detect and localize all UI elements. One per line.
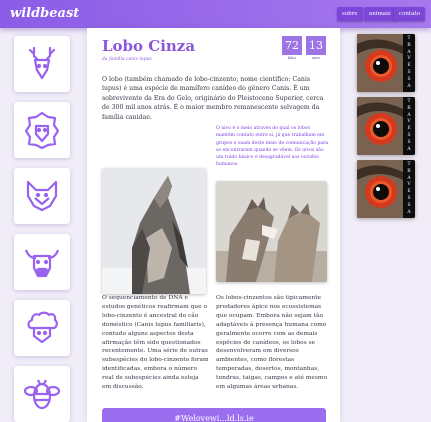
animal-card-bull[interactable] [14, 234, 70, 290]
bull-icon [24, 249, 60, 278]
owl-tile-3[interactable]: TRAVESSA [357, 160, 415, 218]
animal-card-deer[interactable] [14, 36, 70, 92]
brand-logo[interactable]: wildbeast [10, 6, 79, 21]
animal-card-bee[interactable] [14, 366, 70, 422]
nav-link-sobre[interactable]: sobre [337, 7, 363, 21]
stat-weight-label: kilos [287, 56, 297, 60]
tile-vertical-caption: TRAVESSA [403, 34, 415, 92]
wolf-pair-image [216, 181, 327, 282]
bee-icon [23, 379, 61, 410]
sheep-icon [27, 311, 58, 344]
stat-lifespan: 13 anos [306, 36, 326, 60]
howling-wolf-photo [102, 168, 206, 294]
animal-card-lion[interactable] [14, 102, 70, 158]
fox-icon [26, 180, 58, 212]
nav-link-contato[interactable]: contato [394, 7, 425, 21]
deer-icon [28, 46, 56, 80]
hashtag-banner[interactable]: #Welovewi...ld.ls.ie [102, 408, 326, 422]
top-navigation-bar: wildbeast sobre animais contato [0, 0, 431, 28]
page-subtitle: da família canis lupus [102, 57, 152, 62]
stat-weight: 72 kilos [282, 36, 302, 60]
highlight-quote: O uivo é o meio através do qual os lobos… [216, 126, 329, 168]
page-title: Lobo Cinza [102, 37, 196, 55]
lion-icon [24, 111, 60, 150]
body-paragraph-left: O sequenciamento de DNA e estudos genéti… [102, 295, 209, 391]
intro-paragraph: O lobo (também chamado de lobo-cinzento;… [102, 76, 324, 121]
wolf-pair-photo [216, 181, 327, 282]
owl-tile-2[interactable]: TRAVESSA [357, 97, 415, 155]
stat-lifespan-value: 13 [306, 36, 326, 55]
animal-list [0, 28, 84, 422]
stat-weight-value: 72 [282, 36, 302, 55]
tile-vertical-caption: TRAVESSA [403, 97, 415, 155]
tile-vertical-caption: TRAVESSA [403, 160, 415, 218]
stat-lifespan-label: anos [311, 56, 321, 60]
howling-wolf-image [102, 168, 206, 294]
animal-card-fox[interactable] [14, 168, 70, 224]
owl-tile-1[interactable]: TRAVESSA [357, 34, 415, 92]
body-paragraph-right: Os lobos-cinzentos são tipicamente preda… [216, 295, 328, 391]
animal-card-sheep[interactable] [14, 300, 70, 356]
nav-link-animais[interactable]: animais [364, 7, 396, 21]
article-panel: Lobo Cinza da família canis lupus 72 kil… [87, 28, 340, 422]
